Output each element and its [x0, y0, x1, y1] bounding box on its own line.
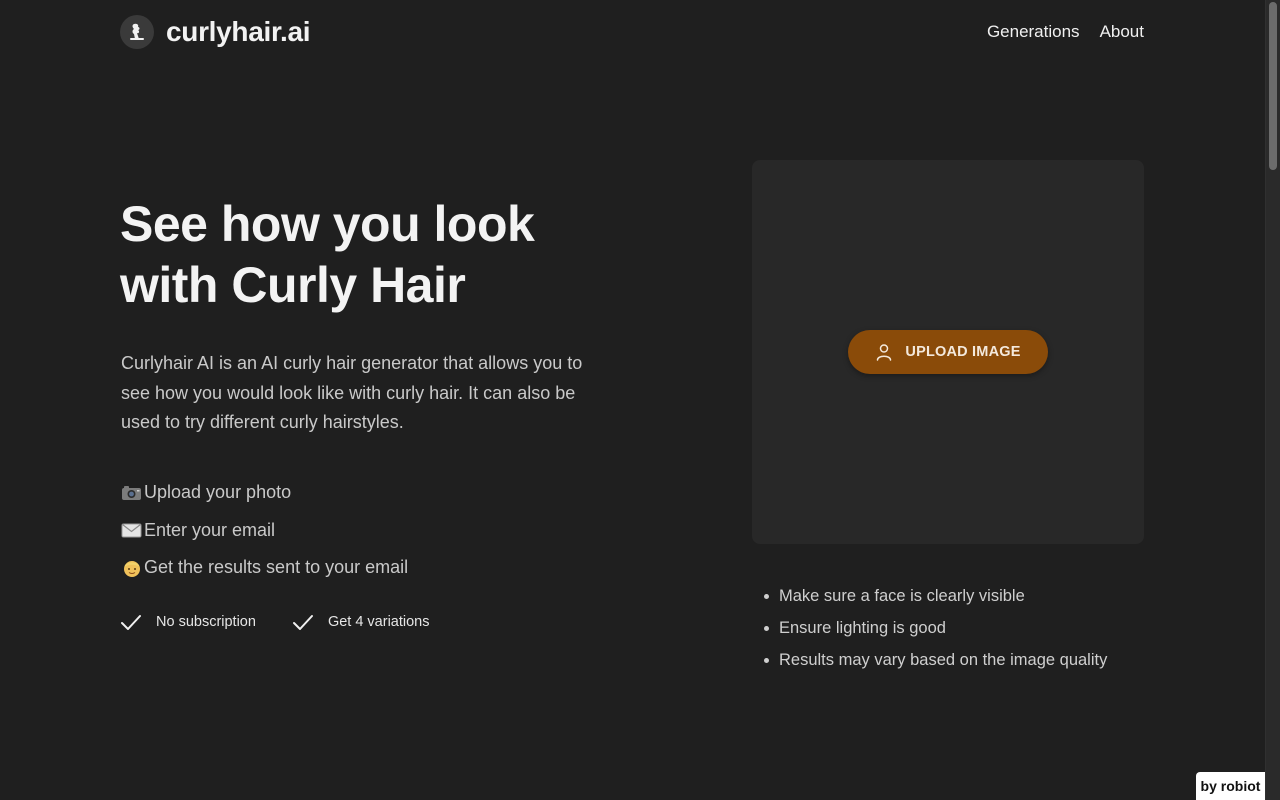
- step-item: Upload your photo: [120, 474, 408, 512]
- feature-label: Get 4 variations: [327, 614, 430, 630]
- scrollbar-thumb[interactable]: [1269, 2, 1277, 170]
- brand-name: curlyhair.ai: [166, 16, 311, 47]
- by-robiot-badge[interactable]: by robiot: [1196, 772, 1265, 800]
- feature-no-subscription: No subscription: [120, 611, 256, 633]
- tip-label: Make sure a face is clearly visible: [779, 586, 1025, 605]
- step-item: Get the results sent to your email: [120, 549, 408, 587]
- nav-about[interactable]: About: [1100, 22, 1144, 42]
- envelope-icon: [120, 520, 143, 540]
- step-label: Get the results sent to your email: [144, 557, 409, 578]
- step-label: Enter your email: [144, 519, 276, 540]
- brand-link[interactable]: curlyhair.ai: [120, 15, 311, 49]
- bullet: [764, 625, 769, 631]
- features-row: No subscription Get 4 variations: [120, 611, 430, 633]
- tip-label: Ensure lighting is good: [779, 618, 946, 637]
- upload-dropzone[interactable]: UPLOAD IMAGE: [752, 160, 1144, 544]
- hero-title-line1: See how you look: [120, 196, 535, 252]
- main-nav: Generations About: [987, 22, 1144, 42]
- step-label: Upload your photo: [144, 482, 292, 503]
- tip-label: Results may vary based on the image qual…: [779, 650, 1108, 669]
- site-header: curlyhair.ai Generations About: [120, 14, 1144, 50]
- feature-variations: Get 4 variations: [292, 611, 430, 633]
- step-item: Enter your email: [120, 512, 408, 550]
- bullet: [764, 657, 769, 663]
- nav-generations[interactable]: Generations: [987, 22, 1080, 42]
- upload-image-button[interactable]: UPLOAD IMAGE: [848, 330, 1048, 374]
- tip-item: Make sure a face is clearly visible: [764, 580, 1107, 612]
- user-icon: [875, 343, 893, 361]
- upload-button-label: UPLOAD IMAGE: [905, 344, 1021, 360]
- bullet: [764, 593, 769, 599]
- page-scrollbar[interactable]: [1265, 0, 1280, 800]
- check-icon: [120, 611, 142, 633]
- camera-icon: [120, 483, 143, 503]
- page: curlyhair.ai Generations About See how y…: [0, 0, 1280, 800]
- steps-list: Upload your photo Enter your email Get t…: [120, 474, 408, 587]
- hero-title: See how you look with Curly Hair: [120, 194, 640, 316]
- curly-hair-profile-icon: [120, 15, 154, 49]
- upload-tips: Make sure a face is clearly visible Ensu…: [764, 580, 1107, 676]
- hero-title-line2: with Curly Hair: [120, 257, 466, 313]
- check-icon: [292, 611, 314, 633]
- feature-label: No subscription: [156, 614, 256, 630]
- hero-description: Curlyhair AI is an AI curly hair generat…: [121, 353, 583, 432]
- tip-item: Ensure lighting is good: [764, 612, 1107, 644]
- tip-item: Results may vary based on the image qual…: [764, 644, 1107, 676]
- person-face-icon: [120, 558, 143, 578]
